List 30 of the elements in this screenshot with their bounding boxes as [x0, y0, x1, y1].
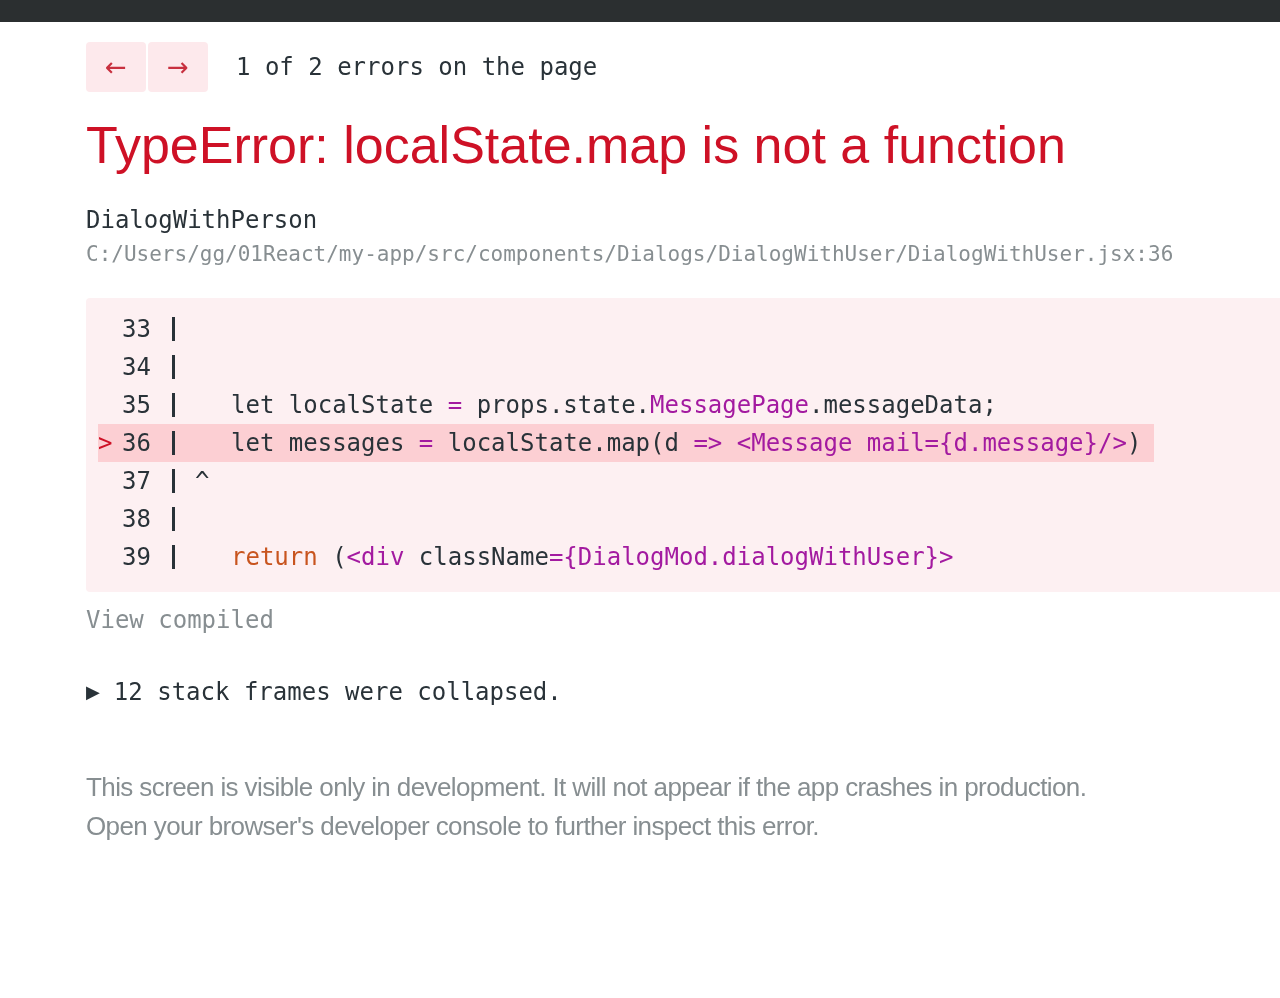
line-number: 33 — [122, 315, 152, 343]
view-compiled-link[interactable]: View compiled — [86, 606, 274, 634]
file-path: C:/Users/gg/01React/my-app/src/components/Dialogs/DialogWithUser/DialogWithUser.jsx:36 — [86, 241, 1175, 269]
code-text: return (<div className={DialogMod.dialogWithUser}> — [231, 543, 954, 571]
component-name: DialogWithPerson — [86, 205, 319, 237]
gutter-bar — [172, 545, 175, 569]
gutter-bar — [172, 469, 175, 493]
gutter-bar — [172, 355, 175, 379]
error-line-marker: > — [98, 429, 114, 457]
error-caret: ^ — [195, 467, 210, 495]
line-number: 34 — [122, 353, 152, 381]
footer-note: This screen is visible only in development. It will not appear if the app crashes in production. — [86, 771, 1088, 804]
code-text: let messages = localState.map(d => <Message mail={d.message}/>) — [231, 429, 1142, 457]
line-number: 38 — [122, 505, 152, 533]
previous-error-button[interactable]: ← — [86, 42, 146, 92]
line-number: 37 — [122, 467, 152, 495]
gutter-bar — [172, 431, 175, 455]
footer-note: Open your browser's developer console to further inspect this error. — [86, 810, 820, 843]
error-counter: 1 of 2 errors on the page — [236, 53, 598, 81]
error-title: TypeError: localState.map is not a function — [86, 115, 1067, 176]
expand-triangle-icon[interactable]: ▶ — [86, 681, 100, 703]
gutter-bar — [172, 317, 175, 341]
collapsed-frames-toggle[interactable]: 12 stack frames were collapsed. — [113, 678, 562, 706]
line-number: 35 — [122, 391, 152, 419]
code-text: let localState = props.state.MessagePage.messageData; — [231, 391, 997, 419]
gutter-bar — [172, 507, 175, 531]
gutter-bar — [172, 393, 175, 417]
next-error-button[interactable]: → — [148, 42, 208, 92]
line-number: 36 — [122, 429, 152, 457]
line-number: 39 — [122, 543, 152, 571]
